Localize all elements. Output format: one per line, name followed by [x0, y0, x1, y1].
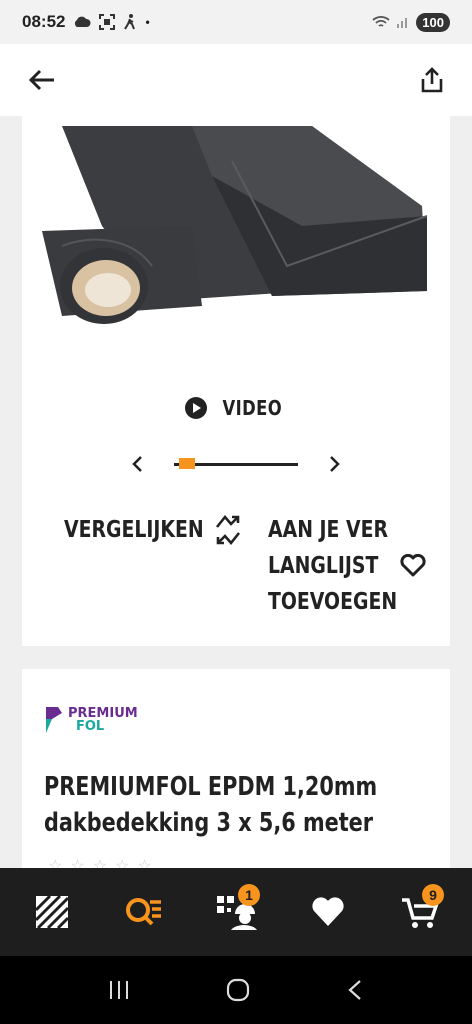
nav-categories[interactable]	[22, 882, 82, 942]
walking-icon	[124, 14, 136, 30]
signal-icon	[397, 18, 408, 28]
nav-scan[interactable]: 1	[206, 882, 266, 942]
premiumfol-logo-icon	[46, 707, 62, 733]
heart-icon	[312, 897, 344, 926]
share-icon[interactable]	[420, 66, 444, 94]
back-arrow-icon[interactable]	[28, 68, 56, 92]
screenshot-icon	[99, 14, 116, 30]
compare-label: VERGELIJKEN	[64, 517, 204, 543]
status-time: 08:52	[22, 12, 66, 31]
recent-apps-icon[interactable]	[107, 979, 131, 1001]
rating-stars-partial: ☆☆☆☆☆	[48, 858, 160, 868]
system-nav-bar	[0, 956, 472, 1024]
wishlist-label-line2: LANGLIJST	[268, 553, 379, 579]
compare-arrows-icon	[216, 514, 241, 546]
add-to-wishlist-button[interactable]: AAN JE VER LANGLIJST TOEVOEGEN	[268, 512, 426, 620]
nav-search[interactable]	[114, 882, 174, 942]
video-button[interactable]: VIDEO	[22, 396, 450, 420]
cart-badge: 9	[422, 884, 444, 906]
product-info-card: PREMIUM FOL PREMIUMFOL EPDM 1,20mm dakbe…	[22, 669, 450, 868]
home-icon[interactable]	[225, 977, 251, 1003]
notification-dot-icon: •	[145, 15, 150, 29]
categories-icon	[34, 894, 70, 930]
wishlist-label-line3: TOEVOEGEN	[268, 589, 398, 615]
play-icon	[184, 397, 207, 419]
app-bar	[0, 44, 472, 116]
compare-button[interactable]: VERGELIJKEN	[64, 512, 242, 548]
heart-outline-icon	[400, 554, 426, 577]
wifi-icon	[372, 16, 390, 27]
brand-name-line2: FOL	[76, 719, 105, 734]
gallery-progress[interactable]	[174, 457, 298, 471]
battery-indicator: 100	[416, 12, 450, 32]
wishlist-label-line1: AAN JE VER	[268, 517, 389, 543]
nav-cart[interactable]: 9	[390, 882, 450, 942]
chevron-left-icon[interactable]	[130, 454, 144, 474]
product-title-line2: dakbedekking 3 x 5,6 meter	[44, 808, 374, 838]
chevron-right-icon[interactable]	[328, 454, 342, 474]
product-media-card: VIDEO VERGELIJKEN AAN JE VER LANGLIJST T…	[22, 116, 450, 646]
product-title: PREMIUMFOL EPDM 1,20mm dakbedekking 3 x …	[44, 769, 377, 841]
product-title-line1: PREMIUMFOL EPDM 1,20mm	[44, 772, 378, 802]
nav-favorites[interactable]	[298, 882, 358, 942]
status-bar: 08:52 • 100	[0, 0, 472, 44]
system-back-icon[interactable]	[345, 978, 365, 1002]
bottom-nav: 1 9	[0, 868, 472, 956]
video-label: VIDEO	[222, 396, 282, 420]
gallery-progress-thumb[interactable]	[179, 458, 195, 469]
gallery-slider	[22, 454, 450, 474]
product-image[interactable]	[42, 116, 432, 341]
scan-badge: 1	[238, 884, 260, 906]
search-icon	[126, 898, 161, 926]
cloud-icon	[75, 16, 92, 27]
product-content[interactable]: VIDEO VERGELIJKEN AAN JE VER LANGLIJST T…	[0, 116, 472, 868]
brand-logo[interactable]: PREMIUM FOL	[44, 705, 138, 735]
